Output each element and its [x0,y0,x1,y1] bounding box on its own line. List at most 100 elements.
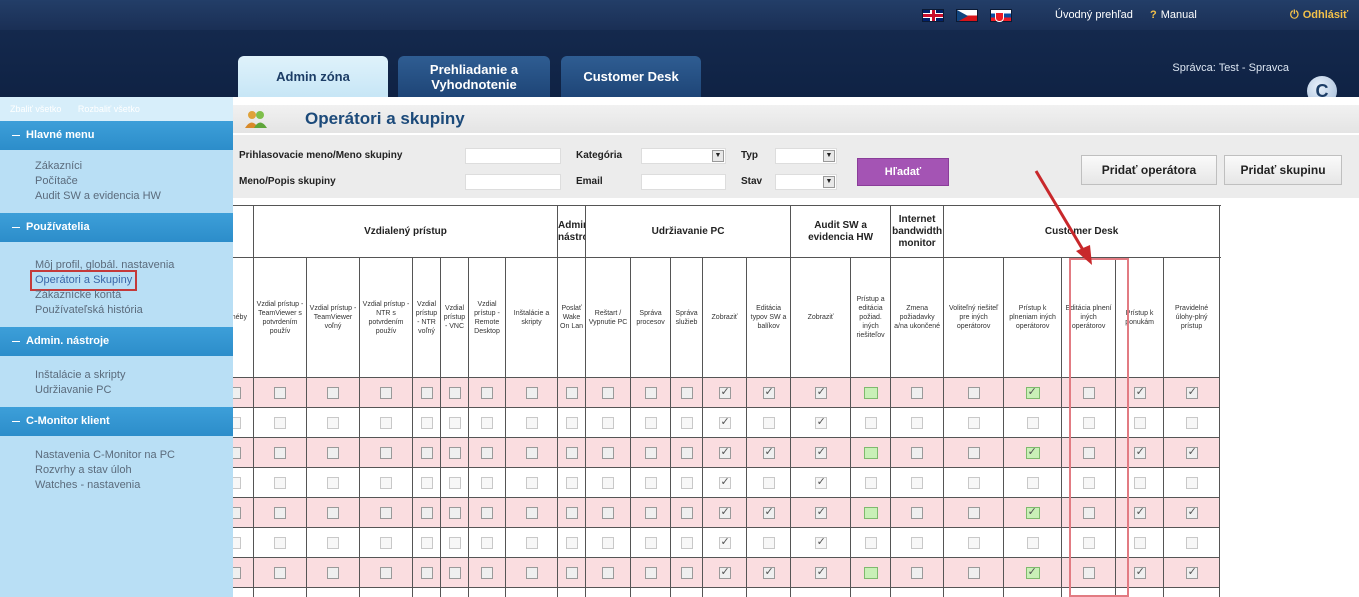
permission-checkbox[interactable] [1185,385,1198,399]
permission-checkbox[interactable] [680,566,693,579]
permission-checkbox[interactable] [911,446,924,459]
permission-checkbox[interactable] [680,446,693,459]
permission-checkbox[interactable] [448,476,461,489]
sidebar-section-cmonitor-client[interactable]: C-Monitor klient [0,407,233,436]
permission-checkbox[interactable] [1133,416,1146,429]
permission-checkbox[interactable] [327,386,339,399]
permission-checkbox[interactable] [380,506,392,519]
permission-checkbox[interactable] [448,446,461,459]
permission-checkbox[interactable] [1133,385,1146,399]
permission-checkbox[interactable] [274,506,286,519]
permission-checkbox[interactable] [863,566,878,579]
sidebar-item-installations[interactable]: Inštalácie a skripty [35,368,233,383]
permission-checkbox[interactable] [680,416,693,429]
permission-checkbox[interactable] [380,476,392,489]
permission-checkbox[interactable] [481,446,493,459]
tab-browse-evaluate[interactable]: Prehliadanie a Vyhodnotenie [398,56,550,97]
permission-checkbox[interactable] [233,386,241,399]
permission-checkbox[interactable] [1185,445,1198,459]
permission-checkbox[interactable] [274,446,286,459]
permission-checkbox[interactable] [644,386,657,399]
permission-checkbox[interactable] [967,446,980,459]
permission-checkbox[interactable] [327,506,339,519]
permission-checkbox[interactable] [967,566,980,579]
permission-checkbox[interactable] [481,386,493,399]
state-select[interactable]: ▼ [775,174,837,190]
permission-checkbox[interactable] [420,506,433,519]
permission-checkbox[interactable] [1025,445,1040,459]
permission-checkbox[interactable] [644,566,657,579]
sidebar-item-audit[interactable]: Audit SW a evidencia HW [35,189,233,204]
permission-checkbox[interactable] [565,386,578,399]
permission-checkbox[interactable] [327,566,339,579]
permission-checkbox[interactable] [233,416,241,429]
permission-checkbox[interactable] [525,386,538,399]
permission-checkbox[interactable] [911,476,924,489]
permission-checkbox[interactable] [274,536,286,549]
add-group-button[interactable]: Pridať skupinu [1224,155,1342,185]
permission-checkbox[interactable] [602,476,615,489]
permission-checkbox[interactable] [718,475,731,489]
permission-checkbox[interactable] [644,536,657,549]
permission-checkbox[interactable] [762,416,775,429]
permission-checkbox[interactable] [814,505,827,519]
sidebar-item-computers[interactable]: Počítače [35,174,233,189]
permission-checkbox[interactable] [1133,565,1146,579]
permission-checkbox[interactable] [1082,446,1095,459]
permission-checkbox[interactable] [644,446,657,459]
permission-checkbox[interactable] [602,386,615,399]
permission-checkbox[interactable] [644,506,657,519]
permission-checkbox[interactable] [967,416,980,429]
permission-checkbox[interactable] [274,476,286,489]
permission-checkbox[interactable] [233,476,241,489]
sidebar-item-customer-accounts[interactable]: Zákaznícke kontá [35,288,233,303]
permission-checkbox[interactable] [327,476,339,489]
permission-checkbox[interactable] [525,536,538,549]
sidebar-section-main-menu[interactable]: Hlavné menu [0,121,233,150]
permission-checkbox[interactable] [911,536,924,549]
sidebar-item-cmonitor-settings[interactable]: Nastavenia C-Monitor na PC [35,448,233,463]
permission-checkbox[interactable] [1133,505,1146,519]
permission-checkbox[interactable] [1185,536,1198,549]
permission-checkbox[interactable] [481,536,493,549]
permission-checkbox[interactable] [1082,536,1095,549]
permission-checkbox[interactable] [327,536,339,549]
permission-checkbox[interactable] [1025,565,1040,579]
sk-flag-icon[interactable] [990,9,1012,22]
permission-checkbox[interactable] [1185,476,1198,489]
permission-checkbox[interactable] [718,565,731,579]
manual-link[interactable]: ? Manual [1150,9,1197,21]
permission-checkbox[interactable] [1185,565,1198,579]
permission-checkbox[interactable] [814,385,827,399]
permission-checkbox[interactable] [233,536,241,549]
permission-checkbox[interactable] [420,446,433,459]
permission-checkbox[interactable] [481,416,493,429]
permission-checkbox[interactable] [911,386,924,399]
permission-checkbox[interactable] [718,415,731,429]
uk-flag-icon[interactable] [922,9,944,22]
permission-checkbox[interactable] [448,506,461,519]
permission-checkbox[interactable] [863,506,878,519]
permission-checkbox[interactable] [718,445,731,459]
permission-checkbox[interactable] [967,386,980,399]
permission-checkbox[interactable] [718,385,731,399]
permission-checkbox[interactable] [274,566,286,579]
permission-checkbox[interactable] [1026,416,1039,429]
add-operator-button[interactable]: Pridať operátora [1081,155,1217,185]
permission-checkbox[interactable] [680,386,693,399]
permission-checkbox[interactable] [380,416,392,429]
permission-checkbox[interactable] [680,476,693,489]
permission-checkbox[interactable] [602,446,615,459]
permission-checkbox[interactable] [274,416,286,429]
permission-checkbox[interactable] [814,565,827,579]
sidebar-section-users[interactable]: Používatelia [0,213,233,242]
name-input[interactable] [465,174,561,190]
permission-checkbox[interactable] [762,476,775,489]
permission-checkbox[interactable] [864,476,877,489]
sidebar-item-operators-groups[interactable]: Operátori a Skupiny [29,270,138,291]
permission-checkbox[interactable] [448,536,461,549]
permission-checkbox[interactable] [680,506,693,519]
overview-link[interactable]: Úvodný prehľad [1055,9,1133,21]
permission-checkbox[interactable] [481,476,493,489]
tab-customer-desk[interactable]: Customer Desk [561,56,701,97]
